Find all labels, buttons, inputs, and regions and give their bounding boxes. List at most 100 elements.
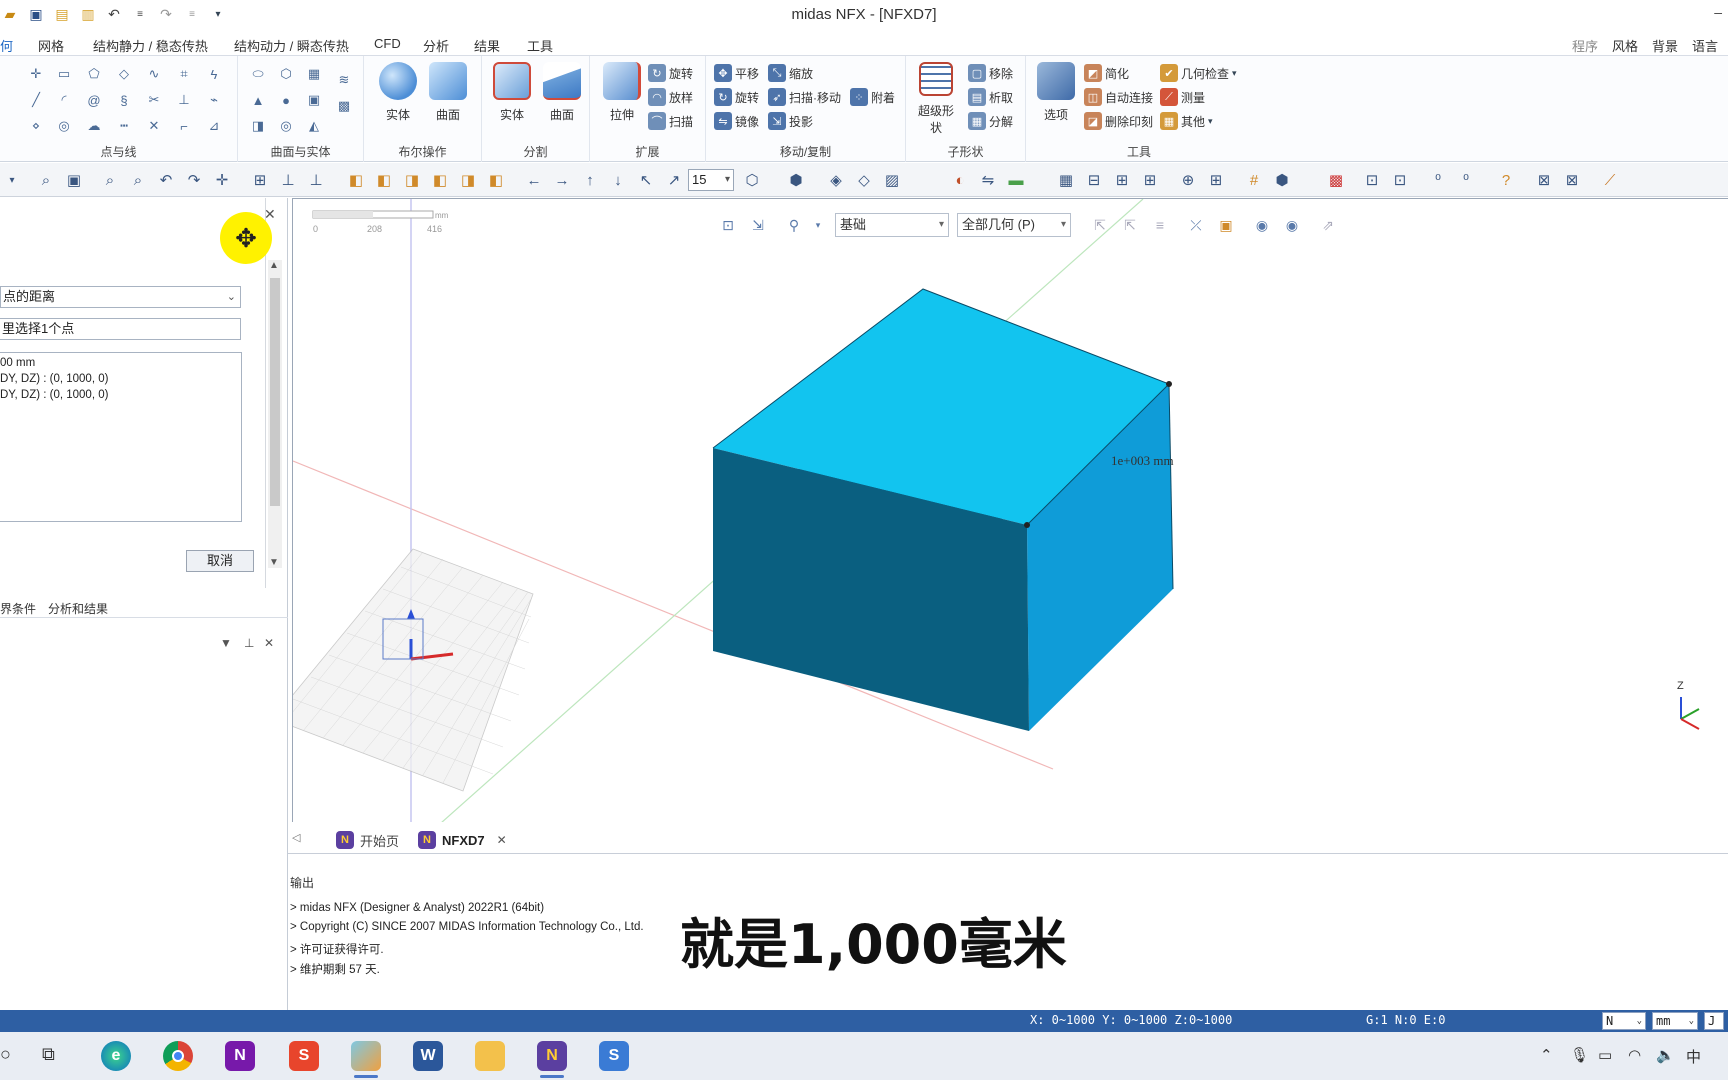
minimize-button[interactable]: – [1714, 4, 1722, 20]
filter-type-select[interactable]: 基础 ▾ [835, 213, 949, 237]
battery-icon[interactable]: ▭ [1598, 1046, 1612, 1064]
deselect-icon[interactable]: ⤫ [1185, 214, 1207, 236]
bool-surface-button[interactable]: 曲面 [426, 62, 470, 123]
measure-result-box[interactable]: 00 mm DY, DZ) : (0, 1000, 0) DY, DZ) : (… [0, 352, 242, 522]
options-button[interactable]: 选项 [1034, 62, 1078, 123]
onenote-app[interactable]: N [222, 1038, 258, 1074]
select-arrow-icon[interactable]: ⇲ [747, 214, 769, 236]
mesh-tool2-icon[interactable]: ⊠ [1562, 170, 1582, 190]
tab-dynamic[interactable]: 结构动力 / 瞬态传热 [234, 36, 349, 55]
view-right-icon[interactable]: ◨ [458, 170, 478, 190]
translate-button[interactable]: ✥ 平移 [714, 64, 759, 82]
view-front-icon[interactable]: ◧ [374, 170, 394, 190]
tab-analysis-results[interactable]: 分析和结果 [48, 600, 108, 617]
view-left-icon[interactable]: ◧ [430, 170, 450, 190]
select-node-icon[interactable]: ⊡ [1362, 170, 1382, 190]
tray-expand-icon[interactable]: ⌃ [1540, 1046, 1553, 1064]
helix-icon[interactable]: § [114, 90, 134, 110]
attach-button[interactable]: ⁘ 附着 [850, 88, 895, 106]
section-icon[interactable]: ◐ [950, 170, 970, 190]
point-icon[interactable]: ✛ [26, 64, 46, 84]
cylinder-icon[interactable]: ⬭ [248, 64, 268, 84]
measure-tool-icon[interactable]: ⟋ [1600, 170, 1620, 190]
close-icon[interactable]: ✕ [497, 833, 507, 847]
model-viewport[interactable]: 0 208 416 mm 1e+003 mm Z ⊡ ⇲ ⚲ ▾ 基础 ▾ 全部… [292, 198, 1728, 822]
background-menu[interactable]: 背景 [1652, 36, 1678, 55]
hash-icon[interactable]: # [1244, 170, 1264, 190]
chamfer-icon[interactable]: ⊿ [204, 116, 224, 136]
extend-line-icon[interactable]: ⊥ [174, 90, 194, 110]
measure-type-select[interactable]: 点的距离 ⌄ [0, 286, 241, 308]
force-unit-select[interactable]: N ⌄ [1602, 1012, 1646, 1030]
wireframe-icon[interactable]: ◇ [854, 170, 874, 190]
scale-button[interactable]: ⤡ 缩放 [768, 64, 813, 82]
geo-check-button[interactable]: ✔ 几何检查 ▾ [1160, 64, 1237, 82]
cube-solid[interactable]: 1e+003 mm [712, 288, 1174, 731]
mesh-tool-icon[interactable]: ⊠ [1534, 170, 1554, 190]
bool-solid-button[interactable]: 实体 [376, 62, 420, 123]
close-icon[interactable]: ✕ [264, 636, 274, 650]
sweep-move-button[interactable]: ➶ 扫描·移动 [768, 88, 841, 106]
tab-mesh[interactable]: 网格 [38, 36, 64, 55]
line-icon[interactable]: ╱ [26, 90, 46, 110]
spiral-icon[interactable]: @ [84, 90, 104, 110]
geometry-color-icon[interactable]: ⬢ [1272, 170, 1292, 190]
display-cube-icon[interactable]: ⬡ [742, 170, 762, 190]
break-icon[interactable]: ⌁ [204, 90, 224, 110]
style-menu[interactable]: 风格 [1612, 36, 1638, 55]
chrome-app[interactable] [160, 1038, 196, 1074]
measure-point-1[interactable] [1166, 381, 1172, 387]
others-button[interactable]: ▦ 其他 ▾ [1160, 112, 1213, 130]
zoom-dynamic-icon[interactable]: ⌕ [128, 170, 148, 190]
tab-geometry[interactable]: 何 [0, 36, 13, 55]
show-all-icon[interactable]: ◉ [1281, 214, 1303, 236]
measure-point-2[interactable] [1024, 522, 1030, 528]
tab-scroll-left-icon[interactable]: ◁ [292, 831, 300, 844]
search-icon[interactable]: ○ [0, 1044, 11, 1065]
snap-icon[interactable]: ⊕ [1178, 170, 1198, 190]
pick-list-icon[interactable]: ≡ [1149, 214, 1171, 236]
view-iso-icon[interactable]: ◧ [346, 170, 366, 190]
hidden-line-icon[interactable]: ▨ [882, 170, 902, 190]
tab-tools[interactable]: 工具 [527, 36, 553, 55]
project-button[interactable]: ⇲ 投影 [768, 112, 813, 130]
torus-icon[interactable]: ◎ [276, 116, 296, 136]
arrow-upleft-icon[interactable]: ↖ [636, 170, 656, 190]
help-icon[interactable]: ? [1496, 170, 1516, 190]
loft-button[interactable]: ◠ 放样 [648, 88, 693, 106]
delete-imprint-button[interactable]: ◪ 删除印刻 [1084, 112, 1153, 130]
volume-icon[interactable]: 🔈 [1656, 1046, 1675, 1064]
cone-icon[interactable]: ▲ [248, 90, 268, 110]
tab-results[interactable]: 结果 [474, 36, 500, 55]
polygon-icon[interactable]: ⬠ [84, 64, 104, 84]
wcs-icon[interactable]: ⊞ [1112, 170, 1132, 190]
tab-boundary-conditions[interactable]: 界条件 [0, 600, 36, 617]
filter-icon[interactable]: ⚲ [783, 214, 805, 236]
div-surface-button[interactable]: 曲面 [540, 62, 584, 123]
tab-static[interactable]: 结构静力 / 稳态传热 [93, 36, 208, 55]
grid-surface-icon[interactable]: ▦ [304, 64, 324, 84]
pick-icon[interactable]: ⇱ [1089, 214, 1111, 236]
cube-outline-icon[interactable]: ⬡ [276, 64, 296, 84]
tab-start-page[interactable]: N 开始页 [336, 828, 399, 852]
input-method-icon[interactable]: 中 [1686, 1046, 1701, 1067]
lightning-icon[interactable]: ϟ [204, 64, 224, 84]
view-top-icon[interactable]: ◧ [486, 170, 506, 190]
midas-nfx-app[interactable]: N [534, 1038, 570, 1078]
circle-icon[interactable]: ◎ [54, 116, 74, 136]
chevron-down-icon[interactable]: ▼ [220, 636, 232, 650]
wedge-icon[interactable]: ◭ [304, 116, 324, 136]
selection-prompt-field[interactable]: 里选择1个点 [0, 318, 241, 340]
arrow-up-icon[interactable]: ↑ [580, 170, 600, 190]
mirror-view-icon[interactable]: ⇋ [978, 170, 998, 190]
dash-line-icon[interactable]: ┅ [114, 116, 134, 136]
show-icon[interactable]: ◉ [1251, 214, 1273, 236]
geometry-select[interactable]: 全部几何 (P) ▾ [957, 213, 1071, 237]
tab-analysis[interactable]: 分析 [423, 36, 449, 55]
rotate-button[interactable]: ↻ 旋转 [714, 88, 759, 106]
pin-view-icon[interactable]: ⇗ [1317, 214, 1339, 236]
wifi-icon[interactable]: ◠ [1628, 1046, 1641, 1064]
toolbar-overflow-icon[interactable]: ▾ [2, 170, 22, 190]
rectangle-icon[interactable]: ▭ [54, 64, 74, 84]
view-back-icon[interactable]: ◨ [402, 170, 422, 190]
